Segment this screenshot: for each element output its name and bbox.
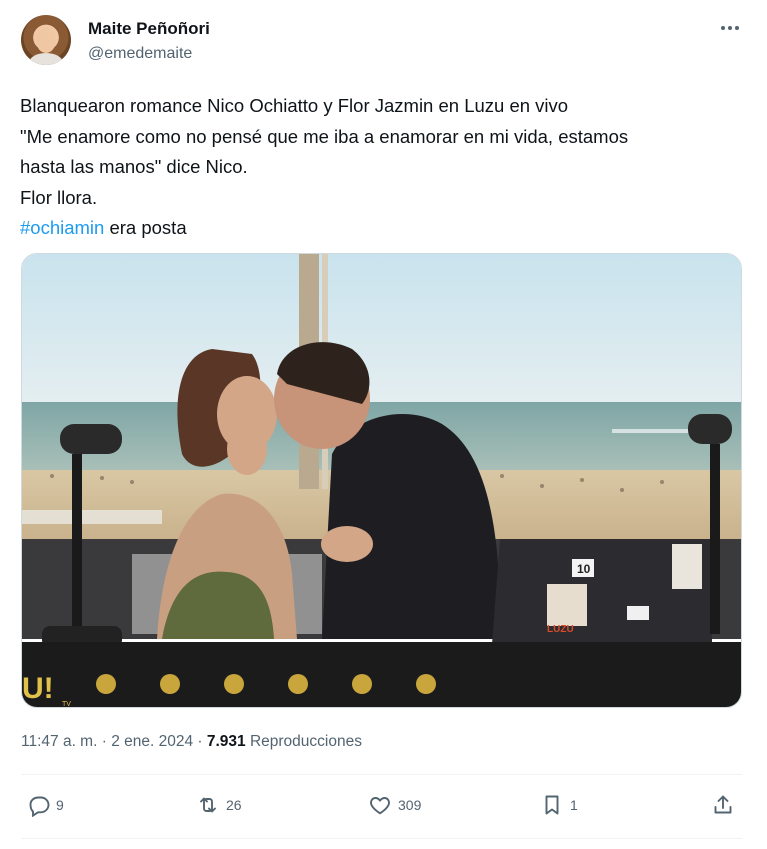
share-button[interactable] bbox=[711, 792, 735, 818]
hashtag-tail-text: era posta bbox=[104, 217, 187, 238]
share-icon bbox=[714, 795, 732, 814]
tweet-text-line: Flor llora. bbox=[20, 186, 98, 208]
like-count: 309 bbox=[398, 797, 422, 813]
views-count: 7.931 bbox=[206, 733, 246, 750]
bookmark-icon bbox=[545, 795, 559, 815]
meta-separator: · bbox=[193, 733, 207, 750]
reply-count: 9 bbox=[56, 797, 64, 813]
tweet-text-line: "Me enamore como no pensé que me iba a e… bbox=[20, 125, 629, 147]
reply-icon bbox=[29, 796, 50, 817]
views-label: Reproducciones bbox=[245, 733, 362, 750]
tweet-time[interactable]: 11:47 a. m. bbox=[21, 733, 97, 750]
tweet-metadata: 11:47 a. m. · 2 ene. 2024 · 7.931 Reprod… bbox=[21, 733, 362, 751]
retweet-count: 26 bbox=[226, 797, 242, 813]
tweet-date[interactable]: 2 ene. 2024 bbox=[111, 733, 193, 750]
reply-button[interactable]: 9 bbox=[26, 792, 64, 818]
bookmark-count: 1 bbox=[570, 797, 578, 813]
beach-studio-photo: 10 LUZU U! TV bbox=[22, 254, 741, 708]
tweet-text-line: Blanquearon romance Nico Ochiatto y Flor… bbox=[20, 95, 569, 116]
more-icon[interactable] bbox=[714, 14, 746, 42]
author-display-name[interactable]: Maite Peñoñori bbox=[88, 19, 210, 39]
laptop-sticker-text: LUZU bbox=[547, 624, 574, 635]
media-overlay-logo: U! bbox=[22, 672, 54, 705]
bookmark-button[interactable]: 1 bbox=[540, 792, 578, 818]
hashtag-link[interactable]: #ochiamin bbox=[20, 217, 104, 238]
author-handle[interactable]: @emedemaite bbox=[88, 45, 192, 63]
divider bbox=[21, 774, 742, 775]
avatar[interactable] bbox=[21, 15, 71, 65]
tweet-card[interactable]: Maite Peñoñori @emedemaite Blanquearon r… bbox=[0, 0, 767, 849]
retweet-button[interactable]: 26 bbox=[196, 792, 242, 818]
meta-separator: · bbox=[97, 733, 112, 750]
laptop-sticker-number: 10 bbox=[577, 562, 591, 576]
tweet-media-image[interactable]: 10 LUZU U! TV bbox=[21, 253, 742, 708]
like-button[interactable]: 309 bbox=[368, 792, 421, 818]
divider bbox=[21, 838, 742, 839]
tweet-text-line: hasta las manos" dice Nico. bbox=[20, 156, 248, 177]
retweet-icon bbox=[200, 797, 216, 813]
tweet-text-line: #ochiamin era posta bbox=[20, 213, 740, 244]
media-overlay-logo-sub: TV bbox=[62, 701, 71, 708]
like-icon bbox=[370, 797, 390, 815]
tweet-text: Blanquearon romance Nico Ochiatto y Flor… bbox=[20, 91, 740, 244]
